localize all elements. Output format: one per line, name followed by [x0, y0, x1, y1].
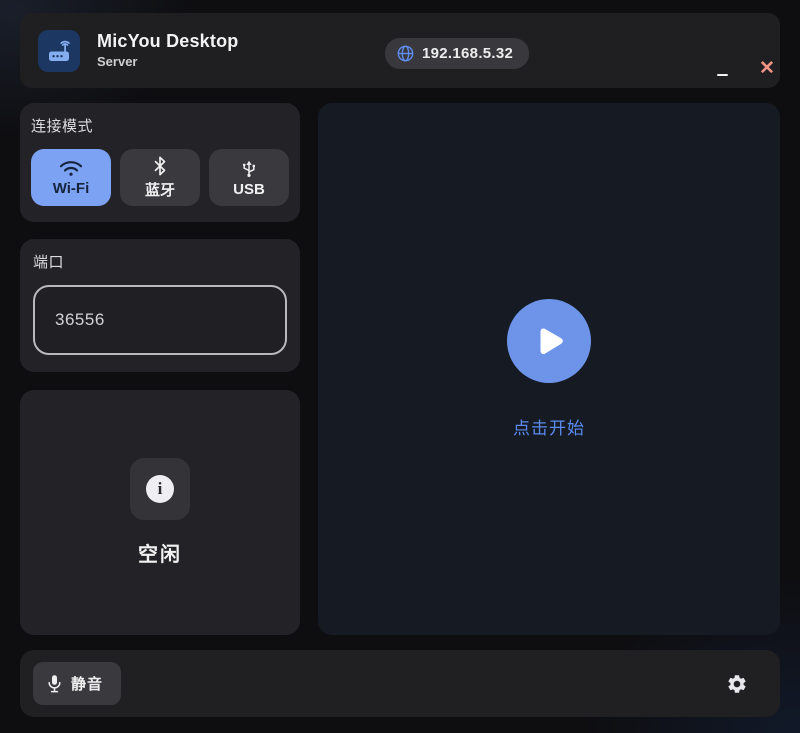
app-title: MicYou Desktop — [97, 31, 238, 52]
port-card: 端口 — [20, 239, 300, 372]
main-stage: 点击开始 — [318, 103, 780, 635]
gear-icon — [726, 673, 748, 695]
info-glyph: i — [158, 479, 163, 499]
minimize-icon — [717, 74, 728, 76]
mode-label-wifi: Wi-Fi — [53, 180, 90, 197]
connection-mode-card: 连接模式 Wi-Fi 蓝牙 — [20, 103, 300, 222]
mute-label: 静音 — [71, 673, 103, 694]
mode-label-bluetooth: 蓝牙 — [145, 179, 175, 200]
microphone-icon — [47, 674, 62, 694]
title-bar: MicYou Desktop Server 192.168.5.32 ✕ — [20, 13, 780, 88]
ip-address-text: 192.168.5.32 — [422, 45, 513, 62]
mode-label-usb: USB — [233, 181, 265, 198]
minimize-button[interactable] — [708, 55, 736, 83]
wifi-icon — [58, 159, 84, 177]
settings-button[interactable] — [714, 661, 760, 707]
app-logo — [38, 30, 80, 72]
status-card: i 空闲 — [20, 390, 300, 635]
mode-button-usb[interactable]: USB — [209, 149, 289, 206]
port-title: 端口 — [33, 251, 287, 272]
app-subtitle: Server — [97, 55, 238, 70]
globe-icon — [397, 45, 414, 62]
start-hint-label: 点击开始 — [513, 414, 585, 439]
play-icon — [534, 325, 564, 357]
close-icon: ✕ — [759, 57, 775, 80]
connection-mode-title: 连接模式 — [31, 115, 289, 136]
bottom-toolbar: 静音 — [20, 650, 780, 717]
mute-button[interactable]: 静音 — [33, 662, 121, 705]
usb-icon — [241, 158, 257, 178]
status-icon-box: i — [130, 458, 190, 520]
mode-button-bluetooth[interactable]: 蓝牙 — [120, 149, 200, 206]
mode-button-wifi[interactable]: Wi-Fi — [31, 149, 111, 206]
ip-address-badge[interactable]: 192.168.5.32 — [385, 38, 529, 69]
start-button[interactable] — [507, 299, 591, 383]
info-icon: i — [146, 475, 174, 503]
bluetooth-icon — [153, 156, 167, 176]
status-label: 空闲 — [138, 538, 182, 567]
port-input[interactable] — [33, 285, 287, 355]
close-button[interactable]: ✕ — [753, 54, 781, 82]
connection-mode-buttons: Wi-Fi 蓝牙 USB — [31, 149, 289, 206]
router-icon — [45, 37, 73, 65]
